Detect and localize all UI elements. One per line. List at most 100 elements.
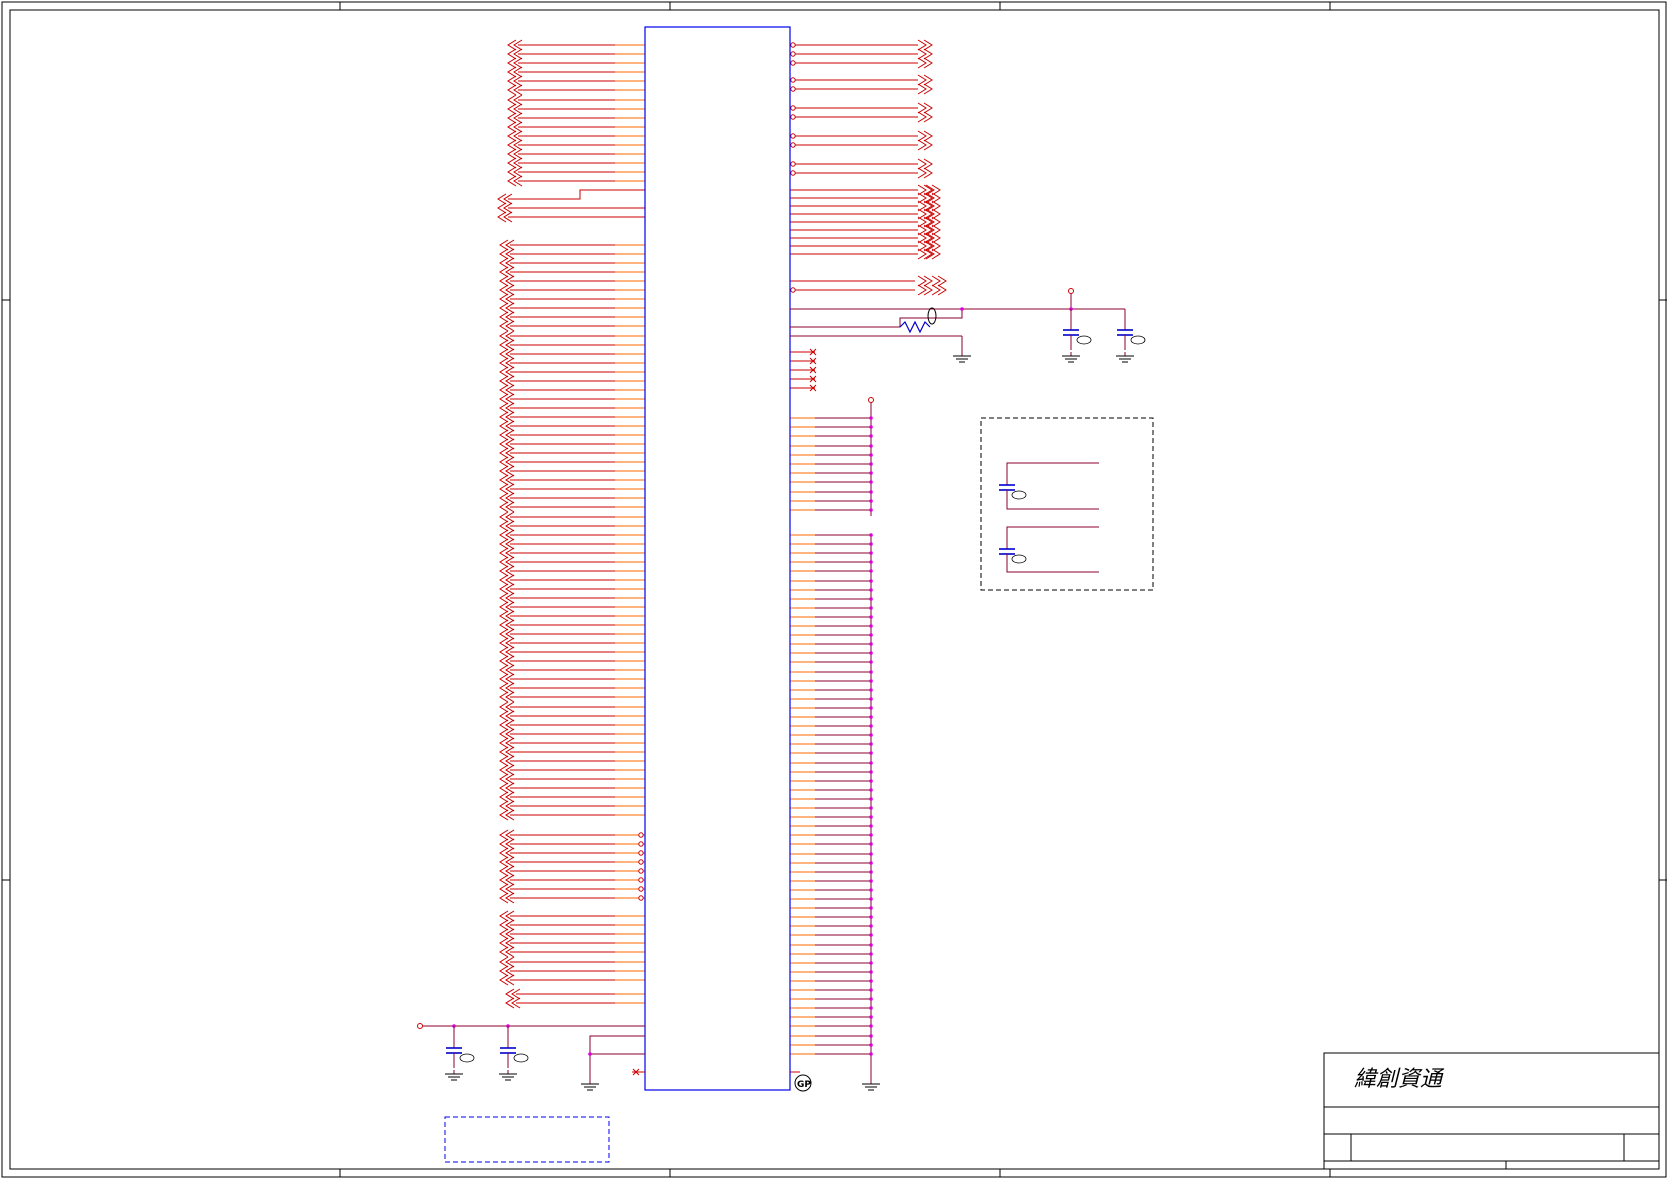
pin-open-dot: [790, 60, 796, 66]
junction-dot: [869, 1006, 873, 1010]
box-wire: [1006, 490, 1099, 510]
off-page-connector: [917, 130, 927, 142]
company-name: 緯創資通: [1354, 1067, 1445, 1092]
junction-dot: [869, 615, 873, 619]
pin-open-dot: [790, 287, 796, 293]
junction-dot: [869, 815, 873, 819]
pin-open-dot: [638, 886, 644, 892]
junction-dot: [869, 471, 873, 475]
junction-dot: [869, 542, 873, 546]
junction-dot: [869, 444, 873, 448]
junction-dot: [869, 733, 873, 737]
junction-dot: [869, 1024, 873, 1028]
junction-dot: [869, 688, 873, 692]
junction-dot: [869, 979, 873, 983]
junction-dot: [869, 870, 873, 874]
junction-dot: [869, 988, 873, 992]
junction-dot: [869, 824, 873, 828]
power-port: [417, 1023, 423, 1029]
pin-open-dot: [790, 77, 796, 83]
junction-dot: [869, 906, 873, 910]
off-page-connector: [917, 275, 927, 287]
junction-dot: [869, 679, 873, 683]
right-pin-group: [790, 39, 947, 1080]
junction-dot: [869, 933, 873, 937]
pin-open-dot: [638, 841, 644, 847]
junction-dot: [869, 480, 873, 484]
junction-dot: [869, 706, 873, 710]
junction-dot: [869, 462, 873, 466]
junction-dot: [869, 1043, 873, 1047]
off-page-connector: [917, 158, 927, 170]
junction-dot: [869, 897, 873, 901]
pin-open-dot: [638, 895, 644, 901]
junction-dot: [869, 852, 873, 856]
off-page-connector: [917, 284, 927, 296]
pin-open-dot: [790, 105, 796, 111]
gp-label: GP: [797, 1080, 811, 1090]
schematic-sheet: 緯創資通 GP: [1, 1, 1667, 1178]
pin-open-dot: [790, 86, 796, 92]
pin-open-dot: [790, 114, 796, 120]
cap-tag: [459, 1053, 475, 1063]
pin-wire: [508, 189, 645, 200]
junction-dot: [869, 697, 873, 701]
box-wire: [1006, 462, 1099, 485]
pin-open-dot: [638, 868, 644, 874]
junction-dot: [869, 660, 873, 664]
pin-open-dot: [638, 832, 644, 838]
ic-body[interactable]: [644, 26, 791, 1091]
junction-dot: [869, 533, 873, 537]
junction-dot: [869, 588, 873, 592]
junction-dot: [588, 1052, 592, 1056]
junction-dot: [869, 724, 873, 728]
off-page-connector: [917, 83, 927, 95]
off-page-connector: [931, 275, 941, 287]
junction-dot: [869, 670, 873, 674]
pin-open-dot: [790, 42, 796, 48]
cap-tag: [1011, 490, 1027, 500]
junction-dot: [869, 952, 873, 956]
cap-tag: [1076, 335, 1092, 345]
cap-tag: [513, 1053, 529, 1063]
power-rails: [417, 288, 1125, 1080]
junction-dot: [869, 997, 873, 1001]
junction-dot: [869, 842, 873, 846]
junction-dot: [869, 961, 873, 965]
pin-open-dot: [790, 51, 796, 57]
junction-dot: [869, 569, 873, 573]
ferrite-bead: [927, 307, 937, 325]
off-page-connector: [917, 167, 927, 179]
junction-dot: [869, 833, 873, 837]
junction-dot: [869, 861, 873, 865]
pin-open-dot: [638, 877, 644, 883]
dashed-box: [444, 1116, 610, 1163]
junction-dot: [869, 1034, 873, 1038]
off-page-connector: [917, 39, 927, 51]
junction-dot: [869, 806, 873, 810]
off-page-connector: [917, 74, 927, 86]
junction-dot: [869, 879, 873, 883]
pin-open-dot: [790, 161, 796, 167]
junction-dot: [869, 642, 873, 646]
junction-dot: [869, 508, 873, 512]
junction-dot: [869, 788, 873, 792]
junction-dot: [869, 943, 873, 947]
junction-dot: [869, 1052, 873, 1056]
junction-dot: [869, 751, 873, 755]
off-page-connector: [917, 102, 927, 114]
junction-dot: [869, 453, 873, 457]
junction-dot: [869, 888, 873, 892]
junction-dot: [869, 499, 873, 503]
off-page-connector: [917, 48, 927, 60]
cap-tag: [1011, 554, 1027, 564]
junction-dot: [869, 797, 873, 801]
off-page-connector: [917, 139, 927, 151]
title-block: 緯創資通: [1323, 1052, 1660, 1170]
pin-open-dot: [790, 133, 796, 139]
junction-dot: [869, 606, 873, 610]
off-page-connector: [917, 57, 927, 69]
junction-dot: [869, 761, 873, 765]
junction-dot: [869, 624, 873, 628]
junction-dot: [869, 779, 873, 783]
